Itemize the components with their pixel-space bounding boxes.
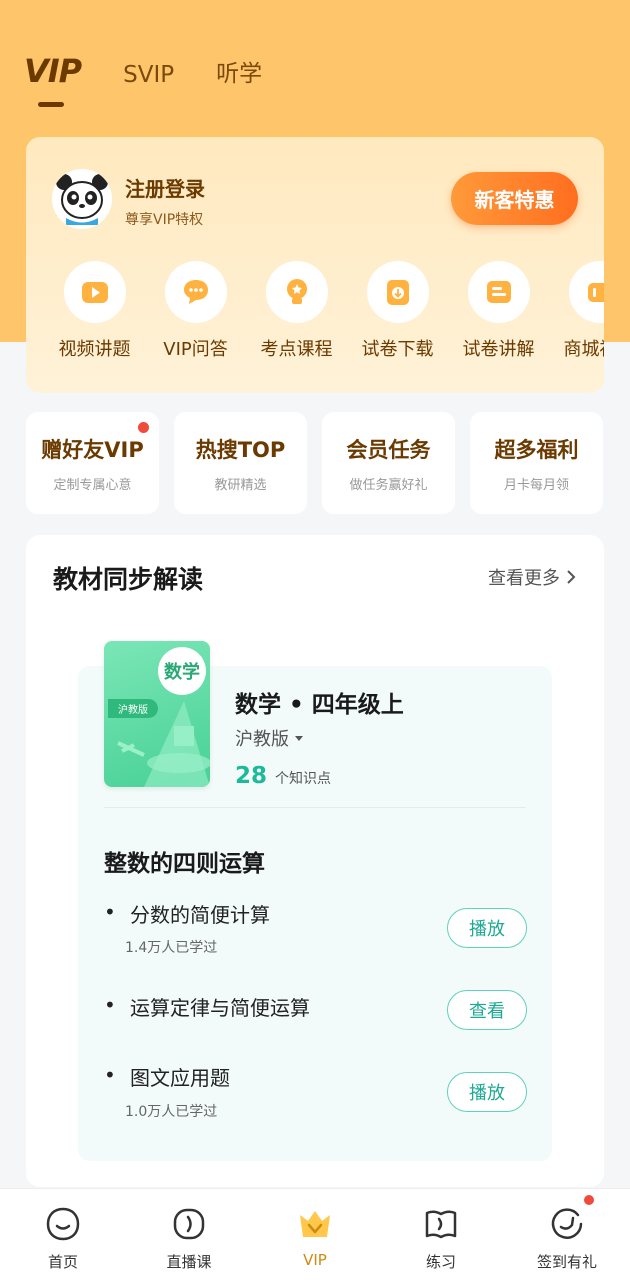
book-subject-badge: 数学 (158, 647, 206, 695)
quick-item-label: 考点课程 (260, 339, 333, 360)
tab-vip[interactable]: VIP (24, 52, 82, 107)
book-edition-tag: 沪教版 (108, 699, 158, 718)
quick-item-label: 试卷讲解 (462, 339, 535, 360)
bullet: • (104, 993, 116, 1017)
avatar[interactable] (52, 169, 112, 229)
bullet: • (104, 1063, 116, 1087)
book-name: 数学 • 四年级上 (235, 692, 404, 718)
quick-item-paper[interactable]: 试卷讲解 (448, 261, 549, 361)
nav-label: 直播课 (166, 1253, 212, 1271)
nav-item-home[interactable]: 首页 (0, 1189, 126, 1280)
lesson-title[interactable]: 运算定律与简便运算 (130, 992, 310, 1021)
edition-selector[interactable]: 沪教版 (235, 725, 305, 751)
feature-gift-vip[interactable]: 赠好友VIP 定制专属心意 (26, 412, 159, 514)
download-icon (366, 261, 429, 323)
knowledge-count-label: 个知识点 (275, 771, 332, 787)
view-button[interactable]: 查看 (447, 990, 527, 1030)
caret-down-icon (295, 736, 303, 741)
bulb-icon (265, 261, 328, 323)
nav-label: 首页 (47, 1253, 78, 1271)
feature-title: 赠好友VIP (41, 438, 144, 462)
quick-item-label: 视频讲题 (58, 339, 131, 360)
lesson-learned-count: 1.0万人已学过 (125, 1104, 218, 1120)
quick-item-course[interactable]: 考点课程 (246, 261, 347, 361)
knowledge-count-number: 28 (235, 763, 268, 789)
checkin-icon (548, 1205, 586, 1243)
tab-listen[interactable]: 听学 (216, 54, 262, 90)
lesson-title[interactable]: 分数的简便计算 (130, 899, 270, 928)
quick-item-label: 试卷下载 (361, 339, 434, 360)
section-title: 教材同步解读 (53, 565, 204, 594)
nav-label: VIP (303, 1251, 327, 1269)
home-icon (44, 1205, 82, 1243)
chevron-right-icon (567, 570, 576, 584)
login-title[interactable]: 注册登录 (125, 173, 205, 202)
knowledge-count: 28 个知识点 (235, 763, 331, 789)
unit-title: 整数的四则运算 (104, 851, 265, 877)
feature-hot-search[interactable]: 热搜TOP 教研精选 (174, 412, 307, 514)
nav-label: 签到有礼 (536, 1253, 597, 1271)
paper-icon (467, 261, 530, 323)
textbook-section: 教材同步解读 查看更多 数学 沪教版 数学 • 四年级上 沪教版 28 个知识点… (26, 535, 604, 1187)
nav-label: 练习 (425, 1253, 456, 1271)
book-cover[interactable]: 数学 沪教版 (104, 641, 210, 787)
vip-card: 注册登录 尊享VIP特权 新客特惠 视频讲题 VIP问答 考点课程 试卷下载 试… (26, 137, 604, 393)
wallet-icon (568, 261, 604, 323)
bullet: • (104, 900, 116, 924)
quick-actions: 视频讲题 VIP问答 考点课程 试卷下载 试卷讲解 商城 (44, 261, 604, 361)
feature-subtitle: 定制专属心意 (53, 478, 132, 493)
video-icon (63, 261, 126, 323)
panda-avatar-icon (52, 169, 112, 229)
quick-item-label: VIP问答 (163, 339, 228, 360)
quick-item-label: 商城福利 (563, 339, 605, 360)
newbie-offer-button[interactable]: 新客特惠 (451, 172, 578, 225)
lesson-learned-count: 1.4万人已学过 (125, 940, 218, 956)
nav-item-practice[interactable]: 练习 (378, 1189, 504, 1280)
feature-title: 会员任务 (346, 438, 431, 462)
lesson-title[interactable]: 图文应用题 (130, 1062, 230, 1091)
feature-member-tasks[interactable]: 会员任务 做任务赢好礼 (322, 412, 455, 514)
feature-title: 超多福利 (494, 438, 579, 462)
login-subtitle: 尊享VIP特权 (125, 212, 204, 228)
see-more-label: 查看更多 (488, 568, 560, 589)
feature-subtitle: 教研精选 (214, 478, 267, 493)
chat-icon (164, 261, 227, 323)
nav-item-live[interactable]: 直播课 (126, 1189, 252, 1280)
divider (104, 807, 526, 808)
feature-title: 热搜TOP (195, 438, 286, 462)
see-more-link[interactable]: 查看更多 (488, 564, 578, 590)
notification-dot (138, 422, 149, 433)
nav-item-vip[interactable]: VIP (252, 1189, 378, 1280)
bottom-nav: 首页 直播课 VIP 练习 签到有礼 (0, 1188, 630, 1280)
feature-cards: 赠好友VIP 定制专属心意 热搜TOP 教研精选 会员任务 做任务赢好礼 超多福… (26, 412, 603, 514)
live-icon (170, 1205, 208, 1243)
quick-item-qa[interactable]: VIP问答 (145, 261, 246, 361)
top-tabs: VIP SVIP 听学 (24, 52, 304, 107)
play-button[interactable]: 播放 (447, 908, 527, 948)
feature-benefits[interactable]: 超多福利 月卡每月领 (470, 412, 603, 514)
quick-item-download[interactable]: 试卷下载 (347, 261, 448, 361)
play-button[interactable]: 播放 (447, 1072, 527, 1112)
vip-crown-icon (296, 1205, 334, 1243)
practice-book-icon (422, 1205, 460, 1243)
notification-dot (584, 1195, 594, 1205)
feature-subtitle: 做任务赢好礼 (349, 478, 428, 493)
edition-label: 沪教版 (235, 729, 289, 750)
tab-svip[interactable]: SVIP (123, 62, 174, 90)
feature-subtitle: 月卡每月领 (503, 478, 569, 493)
quick-item-video[interactable]: 视频讲题 (44, 261, 145, 361)
quick-item-mall[interactable]: 商城福利 (549, 261, 604, 361)
nav-item-checkin[interactable]: 签到有礼 (504, 1189, 630, 1280)
